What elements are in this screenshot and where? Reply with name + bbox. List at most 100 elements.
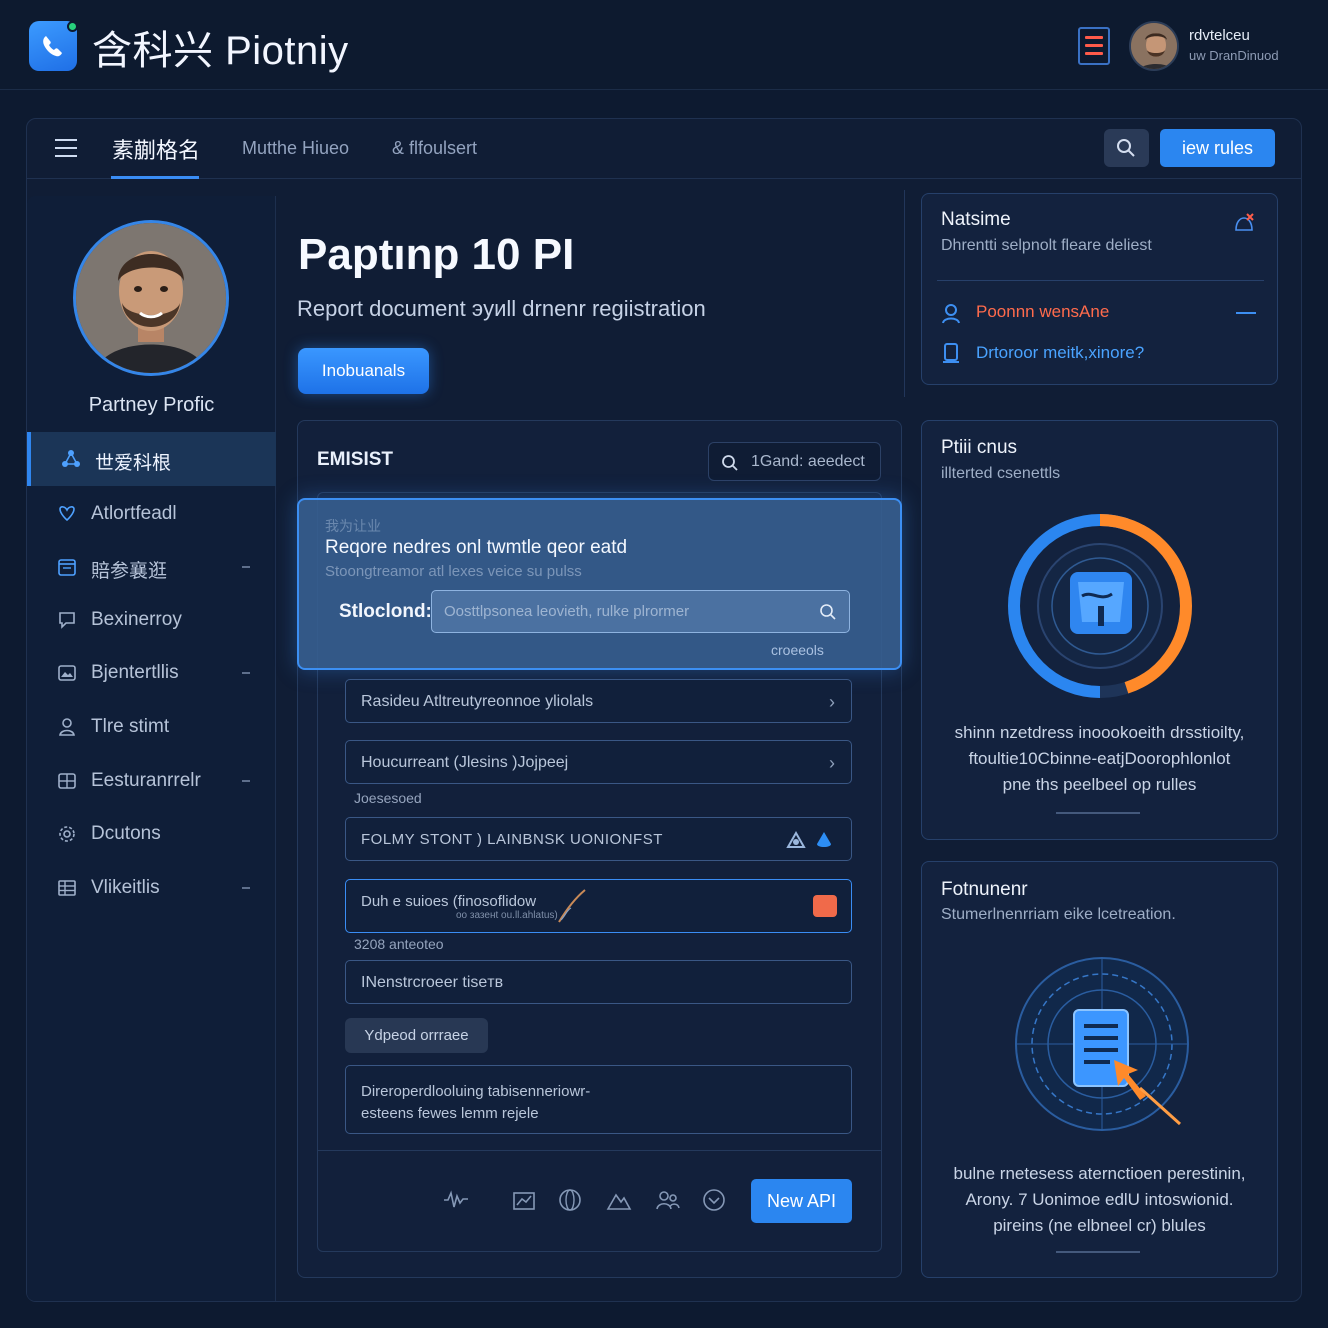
cloud-upload-icon[interactable] bbox=[785, 829, 807, 851]
modal-input-placeholder: Oosttlpsoneа leovieth, rulke plrormer bbox=[444, 603, 690, 620]
select-field-1[interactable]: Rasideu Atltreutyreonnoe yliolals › bbox=[345, 679, 852, 723]
expand-dash-icon[interactable] bbox=[242, 566, 250, 568]
divider bbox=[318, 1150, 881, 1151]
hero-primary-button[interactable]: Inobuanals bbox=[298, 348, 429, 394]
new-api-button[interactable]: New API bbox=[751, 1179, 852, 1223]
divider bbox=[937, 280, 1264, 281]
sidebar-item-9[interactable]: Vlikeitlis bbox=[27, 861, 276, 915]
menu-list-icon[interactable] bbox=[1078, 27, 1110, 65]
notification-item-1[interactable]: Poonnn wensАne bbox=[976, 302, 1109, 322]
online-status-dot bbox=[67, 21, 78, 32]
card-description-line-3: pireins (ne elbneel cr) blules bbox=[993, 1216, 1206, 1235]
search-button[interactable] bbox=[1104, 129, 1149, 167]
profile-photo[interactable] bbox=[73, 220, 229, 376]
field-value: INenstrcroeer tiseтв bbox=[361, 974, 504, 991]
sidebar-item-5[interactable]: Bjentertllis bbox=[27, 646, 276, 700]
divider bbox=[904, 190, 905, 397]
card-title: Natsime bbox=[941, 209, 1011, 230]
card-title: Ptiii cnus bbox=[941, 437, 1018, 458]
modal-subtitle: Stoongtreamor atl lexes veice su pulss bbox=[325, 563, 582, 580]
modal-ghost-text: 我为让业 bbox=[325, 518, 381, 534]
card-subtitle: Dhrentti selpnolt fleare deliest bbox=[941, 237, 1152, 254]
textarea-line-2: esteens fewes lemm rejele bbox=[361, 1105, 539, 1122]
sidebar-item-7[interactable]: Eesturanrrelr bbox=[27, 754, 276, 808]
field-value: FOLMY STONT ) LAINBNSK UONIONFST bbox=[361, 831, 663, 848]
text-field-4[interactable]: Duh e suioes (finosoflidow oо зазенt ou.… bbox=[345, 879, 852, 933]
sidebar-item-label: Vlikeitlis bbox=[91, 877, 160, 898]
gear-icon bbox=[59, 826, 75, 842]
expand-dash-icon[interactable] bbox=[242, 780, 250, 782]
search-icon bbox=[1117, 139, 1135, 157]
chevron-right-icon: › bbox=[829, 692, 835, 712]
tag-chip[interactable]: Ydpeod orrraee bbox=[345, 1018, 488, 1053]
search-icon bbox=[820, 604, 836, 620]
card-description-line-3: pne ths peelbeel op rulles bbox=[1002, 775, 1197, 794]
textarea-line-1: Direroperdlooluing tabisenneriowr- bbox=[361, 1083, 591, 1100]
expand-dash-icon[interactable] bbox=[242, 672, 250, 674]
notification-item-2[interactable]: Drtoroor meitk,xinore? bbox=[976, 343, 1144, 363]
field-value: Duh e suioes (finosoflidow bbox=[361, 893, 537, 910]
panel-search-input[interactable]: 1Gand: aeedect bbox=[708, 442, 881, 481]
calendar-icon bbox=[58, 559, 76, 576]
search-icon bbox=[722, 455, 738, 471]
chevron-circle-down-icon[interactable] bbox=[701, 1187, 727, 1213]
chart-icon[interactable] bbox=[511, 1187, 537, 1213]
user-icon bbox=[942, 304, 960, 324]
waveform-icon[interactable] bbox=[443, 1187, 469, 1213]
image-icon bbox=[58, 665, 76, 681]
chat-icon bbox=[59, 612, 75, 629]
card-title: Fotnunenr bbox=[941, 879, 1028, 900]
mountain-icon[interactable] bbox=[606, 1187, 632, 1213]
tab-tertiary[interactable]: & flfoulsert bbox=[392, 138, 477, 159]
user-icon bbox=[59, 718, 75, 736]
sidebar-item-3[interactable]: 賠参襄逛 bbox=[27, 540, 276, 594]
page-subtitle: Report document эуиll drnenr regiistrati… bbox=[297, 296, 706, 321]
divider bbox=[1056, 812, 1140, 814]
card-description-line-2: ftoultie10Cbinne-eatjDoorophlonlot bbox=[968, 749, 1231, 768]
field-subtext: oо зазенt ou.ll.ahlatus) bbox=[456, 910, 558, 921]
sidebar-item-label: 賠参襄逛 bbox=[91, 561, 168, 582]
chevron-right-icon: › bbox=[829, 753, 835, 773]
attachment-icon[interactable] bbox=[813, 895, 837, 917]
document-icon bbox=[943, 343, 959, 363]
sidebar-item-dashboard[interactable]: 世爱科根 bbox=[27, 432, 276, 486]
grid-icon bbox=[58, 773, 76, 789]
user-name: rdvtelceu bbox=[1189, 27, 1250, 44]
panel-search-placeholder: 1Gand: aeedect bbox=[751, 453, 865, 470]
card-description-line-2: Arony. 7 Uonimoe edlU intoswionid. bbox=[965, 1190, 1234, 1209]
tab-secondary[interactable]: Mutthe Hiueo bbox=[242, 138, 349, 159]
pen-icon bbox=[558, 889, 586, 923]
text-field-3[interactable]: FOLMY STONT ) LAINBNSK UONIONFST bbox=[345, 817, 852, 861]
alert-bell-icon[interactable] bbox=[1232, 210, 1256, 234]
field-value: Houcurreant (Jlesins )Jojpeej bbox=[361, 754, 569, 771]
field-value: Rasideu Atltreutyreonnoe yliolals bbox=[361, 693, 594, 710]
user-avatar[interactable] bbox=[1129, 21, 1179, 71]
text-field-5[interactable]: INenstrcroeer tiseтв bbox=[345, 960, 852, 1004]
hamburger-menu-icon[interactable] bbox=[55, 139, 77, 157]
sidebar-item-2[interactable]: Atlortfeadl bbox=[27, 487, 276, 541]
sidebar-item-label: Eesturanrrelr bbox=[91, 770, 201, 791]
drop-icon[interactable] bbox=[813, 829, 835, 851]
sidebar-item-label: Bexinerroy bbox=[91, 609, 182, 630]
modal-field-label: Stloclond: bbox=[339, 601, 432, 622]
card-subtitle: illterted csenettls bbox=[941, 465, 1061, 482]
sidebar-item-label: Dcutons bbox=[91, 823, 161, 844]
heart-shield-icon bbox=[59, 506, 75, 522]
sidebar-item-6[interactable]: Tlre stimt bbox=[27, 700, 276, 754]
sidebar-item-label: Atlortfeadl bbox=[91, 503, 177, 524]
globe-icon[interactable] bbox=[557, 1187, 583, 1213]
sidebar-item-4[interactable]: Bexinerroy bbox=[27, 593, 276, 647]
progress-ring bbox=[1008, 514, 1192, 698]
expand-dash-icon[interactable] bbox=[242, 887, 250, 889]
select-field-2[interactable]: Houcurreant (Jlesins )Jojpeej › bbox=[345, 740, 852, 784]
tab-primary[interactable]: 素蒯格名 bbox=[112, 133, 200, 165]
new-rules-button[interactable]: iew rules bbox=[1160, 129, 1275, 167]
modal-search-input[interactable]: Oosttlpsoneа leovieth, rulke plrormer bbox=[431, 590, 850, 633]
sidebar-item-label: Tlre stimt bbox=[91, 716, 170, 737]
textarea-field[interactable]: Direroperdlooluing tabisenneriowr- estee… bbox=[345, 1065, 852, 1134]
people-icon[interactable] bbox=[655, 1187, 681, 1213]
field-caption: 3208 anteoteo bbox=[354, 936, 444, 952]
dismiss-dash-icon[interactable] bbox=[1236, 312, 1256, 314]
sidebar-item-8[interactable]: Dcutons bbox=[27, 807, 276, 861]
modal-footnote[interactable]: croeeols bbox=[771, 642, 824, 658]
